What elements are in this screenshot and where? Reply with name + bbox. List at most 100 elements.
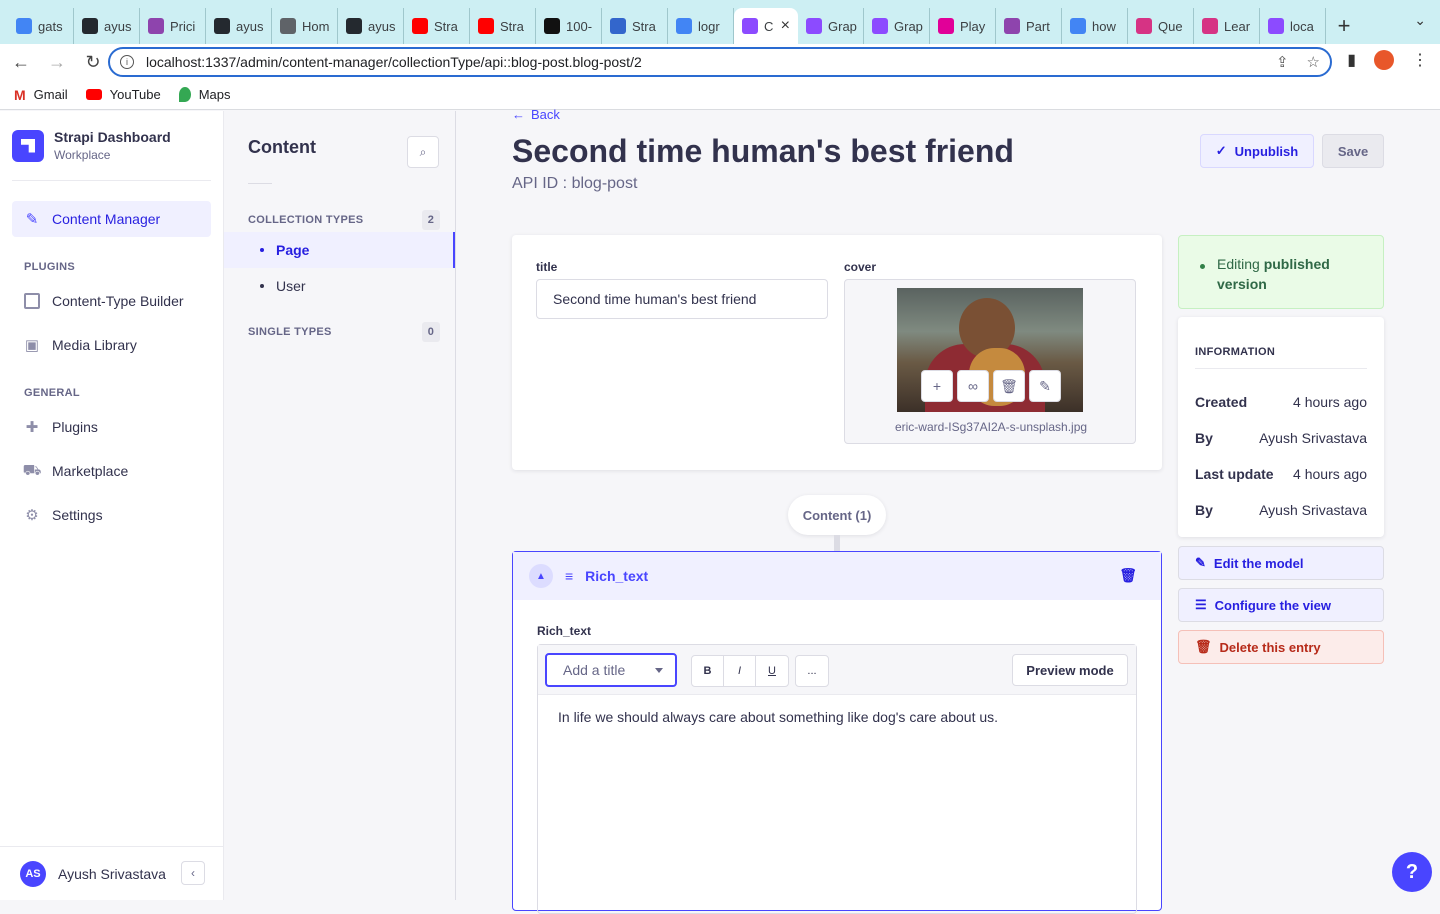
bold-button[interactable]: B	[692, 656, 724, 686]
strapi-icon	[148, 18, 164, 34]
browser-tab[interactable]: Stra	[404, 8, 470, 44]
subnav-search-button[interactable]: ⌕	[407, 136, 439, 168]
info-row: Created 4 hours ago	[1195, 394, 1367, 410]
site-info-icon[interactable]: i	[120, 55, 134, 69]
browser-tab[interactable]: Prici	[140, 8, 206, 44]
browser-tab[interactable]: Grap	[864, 8, 930, 44]
browser-tab-label: Stra	[500, 18, 524, 34]
bookmark-star-icon[interactable]: ☆	[1307, 53, 1320, 71]
site-icon	[610, 18, 626, 34]
component-header[interactable]: ▲ ≡ Rich_text 🗑	[513, 552, 1161, 600]
nav-item-label: Settings	[52, 507, 103, 523]
edit-model-button[interactable]: ✎ Edit the model	[1178, 546, 1384, 580]
heading-select-value: Add a title	[563, 662, 626, 678]
nav-item-content-manager[interactable]: ✎ Content Manager	[12, 201, 211, 237]
section-label: COLLECTION TYPES	[248, 214, 364, 226]
bookmark-maps[interactable]: Maps	[178, 87, 231, 102]
browser-tab[interactable]: loca	[1260, 8, 1326, 44]
trash-icon[interactable]: 🗑	[993, 370, 1025, 402]
nav-user[interactable]: AS Ayush Srivastava ‹	[0, 846, 223, 900]
more-button[interactable]: ...	[796, 656, 828, 686]
browser-tab[interactable]: logr	[668, 8, 734, 44]
browser-tab[interactable]: ayus	[206, 8, 272, 44]
browser-tab-label: Stra	[434, 18, 458, 34]
delete-entry-button[interactable]: 🗑 Delete this entry	[1178, 630, 1384, 664]
caret-down-icon	[655, 668, 663, 673]
heading-select[interactable]: Add a title	[545, 653, 677, 687]
share-icon[interactable]: ⇪	[1276, 53, 1289, 71]
collapse-nav-button[interactable]: ‹	[181, 861, 205, 885]
browser-tab[interactable]: 100-	[536, 8, 602, 44]
nav-section-plugins: PLUGINS	[24, 261, 75, 273]
extension-icon[interactable]	[1374, 50, 1394, 70]
browser-tab[interactable]: how	[1062, 8, 1128, 44]
divider	[12, 180, 211, 181]
youtube-icon	[478, 18, 494, 34]
button-label: Delete this entry	[1219, 639, 1321, 655]
pencil-icon[interactable]: ✎	[1029, 370, 1061, 402]
subnav-item-page[interactable]: Page	[224, 232, 455, 268]
chevron-up-icon[interactable]: ▲	[529, 564, 553, 588]
forward-arrow-icon[interactable]: →	[42, 47, 72, 77]
reload-icon[interactable]: ↻	[78, 47, 108, 77]
browser-tab-label: gats	[38, 18, 63, 34]
browser-tab[interactable]: ayus	[74, 8, 140, 44]
unpublish-button[interactable]: ✓ Unpublish	[1200, 134, 1314, 168]
underline-button[interactable]: U	[756, 656, 788, 686]
browser-menu-icon[interactable]: ⋮	[1412, 50, 1428, 70]
single-types-heading[interactable]: SINGLE TYPES 0	[248, 322, 440, 342]
bookmark-gmail[interactable]: M Gmail	[14, 87, 68, 103]
tab-search-icon[interactable]: ⌄	[1414, 12, 1426, 29]
nav-item-marketplace[interactable]: ⛟ Marketplace	[0, 449, 223, 493]
add-icon[interactable]: +	[921, 370, 953, 402]
maps-icon	[178, 87, 191, 102]
media-actions: + ∞ 🗑 ✎	[921, 370, 1061, 402]
format-buttons: B I U	[691, 655, 789, 687]
browser-tab[interactable]: ayus	[338, 8, 404, 44]
configure-view-button[interactable]: ☰ Configure the view	[1178, 588, 1384, 622]
nav-item-media-library[interactable]: ▣ Media Library	[0, 323, 223, 367]
browser-tab[interactable]: Stra	[470, 8, 536, 44]
back-arrow-icon[interactable]: ←	[6, 47, 36, 77]
editor-content[interactable]: In life we should always care about some…	[558, 709, 998, 725]
nav-item-settings[interactable]: ⚙ Settings	[0, 493, 223, 537]
browser-tab-label: loca	[1290, 18, 1314, 34]
preview-mode-button[interactable]: Preview mode	[1012, 654, 1128, 686]
browser-tab[interactable]: Grap	[798, 8, 864, 44]
help-button[interactable]: ?	[1392, 852, 1432, 892]
nav-item-label: Media Library	[52, 337, 137, 353]
nav-item-label: Content Manager	[52, 211, 161, 227]
google-icon	[1070, 18, 1086, 34]
nav-item-label: Plugins	[52, 419, 98, 435]
nav-item-content-type-builder[interactable]: Content-Type Builder	[0, 279, 223, 323]
browser-tab-label: Play	[960, 18, 986, 34]
address-bar[interactable]: i localhost:1337/admin/content-manager/c…	[108, 47, 1332, 77]
cover-media-field[interactable]: + ∞ 🗑 ✎ eric-ward-ISg37AI2A-s-unsplash.j…	[844, 279, 1136, 444]
new-tab-icon[interactable]: +	[1326, 8, 1362, 44]
bookmark-youtube[interactable]: YouTube	[85, 87, 161, 102]
browser-tab[interactable]: Stra	[602, 8, 668, 44]
save-button[interactable]: Save	[1322, 134, 1384, 168]
github-icon	[82, 18, 98, 34]
link-icon[interactable]: ∞	[957, 370, 989, 402]
browser-tab[interactable]: gats	[8, 8, 74, 44]
browser-tab[interactable]: Lear	[1194, 8, 1260, 44]
trash-icon[interactable]: 🗑	[1119, 567, 1137, 584]
browser-tab[interactable]: Play	[930, 8, 996, 44]
browser-tab[interactable]: Que	[1128, 8, 1194, 44]
browser-tab-label: ayus	[104, 18, 132, 34]
nav-item-plugins[interactable]: ✚ Plugins	[0, 405, 223, 449]
browser-tab[interactable]: Part	[996, 8, 1062, 44]
strapi-icon	[872, 18, 888, 34]
sidepanel-icon[interactable]: ▮	[1347, 50, 1356, 70]
back-link[interactable]: ← Back	[512, 107, 560, 122]
italic-button[interactable]: I	[724, 656, 756, 686]
title-field[interactable]: Second time human's best friend	[536, 279, 828, 319]
subnav-item-label: Page	[276, 242, 310, 258]
subnav-item-user[interactable]: User	[224, 268, 455, 304]
browser-tab[interactable]: Hom	[272, 8, 338, 44]
publish-status-panel: Editing published version	[1178, 235, 1384, 309]
browser-tab[interactable]: C ×	[734, 8, 798, 44]
brand-title: Strapi Dashboard	[54, 129, 171, 145]
close-tab-icon[interactable]: ×	[781, 17, 790, 35]
